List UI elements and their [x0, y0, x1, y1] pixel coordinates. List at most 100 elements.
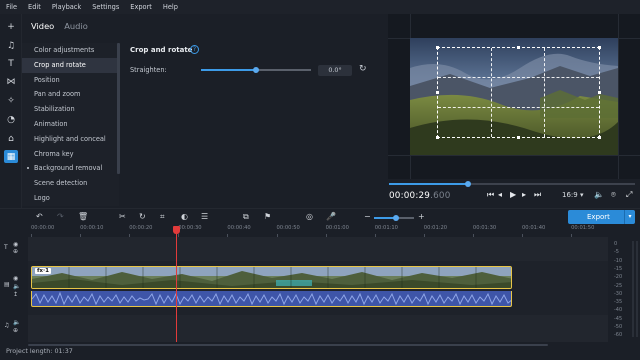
music-track-icon: ♫ [4, 322, 10, 329]
transitions-icon[interactable]: ⋈ [4, 75, 18, 88]
category-item[interactable]: Crop and rotate [22, 57, 119, 73]
skip-back-icon[interactable]: ⏮ [487, 190, 494, 200]
category-item[interactable]: Color adjustments [22, 43, 119, 58]
record-voice-icon[interactable]: ◎ [306, 212, 313, 221]
timecode-main: 00:00:29 [389, 191, 431, 201]
chevron-down-icon[interactable]: ▾ [624, 210, 635, 224]
crop-icon[interactable]: ⌗ [160, 212, 165, 222]
category-item[interactable]: Stabilization [22, 102, 119, 117]
microphone-icon[interactable]: 🎤 [326, 212, 336, 221]
clip-properties-icon[interactable]: ☰ [201, 212, 208, 221]
playback-progress[interactable] [389, 181, 635, 187]
category-item[interactable]: Chroma key [22, 147, 119, 162]
menu-help[interactable]: Help [163, 3, 178, 11]
titles-icon[interactable]: T [4, 57, 18, 70]
frame-forward-icon[interactable]: ▸ [522, 190, 526, 199]
crop-grid-line [544, 48, 546, 137]
crop-handle[interactable] [598, 90, 601, 94]
category-item[interactable]: Pan and zoom [22, 87, 119, 102]
zoom-in-icon[interactable]: + [418, 212, 425, 221]
export-button[interactable]: Export ▾ [568, 210, 635, 224]
music-track[interactable] [28, 315, 608, 342]
aspect-ratio-select[interactable]: 16:9 ▾ [562, 191, 583, 199]
crop-handle[interactable] [516, 46, 520, 49]
lock-icon[interactable]: ↥ [13, 291, 18, 298]
category-item[interactable]: Logo [22, 191, 119, 206]
menu-export[interactable]: Export [130, 3, 152, 11]
menu-file[interactable]: File [6, 3, 17, 11]
straighten-slider[interactable] [201, 67, 311, 73]
crop-handle[interactable] [598, 136, 601, 139]
video-clip[interactable]: fx·1 [31, 266, 512, 289]
category-item[interactable]: Scene detection [22, 176, 119, 191]
category-label: Pan and zoom [34, 90, 81, 99]
category-label: Scene detection [34, 179, 88, 188]
video-preview[interactable] [388, 14, 640, 179]
undo-icon[interactable]: ↶ [36, 212, 43, 221]
fx-badge[interactable]: fx·1 [35, 268, 52, 274]
frame-back-icon[interactable]: ◂ [498, 190, 502, 199]
zoom-out-icon[interactable]: − [364, 212, 371, 221]
visibility-icon[interactable]: ◉ [13, 275, 18, 282]
menu-playback[interactable]: Playback [52, 3, 81, 11]
crop-grid-line [438, 106, 599, 108]
category-scrollbar[interactable] [117, 43, 120, 174]
tab-video[interactable]: Video [31, 21, 54, 31]
rotate-reset-icon[interactable]: ↻ [359, 64, 367, 74]
crop-handle[interactable] [516, 136, 520, 139]
lock-icon[interactable]: ⊕ [13, 327, 18, 334]
fullscreen-icon[interactable]: ⤢ [626, 190, 632, 200]
audio-waveform[interactable] [31, 291, 512, 307]
category-item[interactable]: Highlight and conceal [22, 132, 119, 147]
more-tools-icon[interactable]: ▦ [4, 150, 18, 163]
category-label: Highlight and conceal [34, 134, 106, 143]
playback-progress-knob[interactable] [464, 181, 471, 187]
mute-icon[interactable]: 🔈 [13, 283, 20, 290]
timeline-ruler[interactable]: 00:00:00 00:00:10 00:00:20 00:00:30 00:00:40… [28, 225, 608, 237]
split-icon[interactable]: ✂ [119, 212, 126, 221]
playhead-handle[interactable] [173, 226, 180, 234]
timeline-horizontal-scrollbar[interactable] [28, 344, 548, 346]
straighten-value-field[interactable]: 0.0° [318, 65, 352, 76]
rotate-icon[interactable]: ↻ [139, 212, 146, 221]
play-icon[interactable]: ▶ [510, 190, 516, 199]
lock-icon[interactable]: ⊕ [13, 248, 18, 255]
ruler-tick-label: 00:01:20 [423, 225, 448, 237]
category-item[interactable]: Background removal [22, 161, 119, 176]
overlay-icon[interactable]: ⧉ [243, 212, 249, 222]
crop-handle[interactable] [436, 90, 439, 94]
straighten-slider-knob[interactable] [253, 67, 259, 73]
timeline-zoom-knob[interactable] [393, 215, 399, 221]
category-label: Logo [34, 193, 50, 202]
redo-icon[interactable]: ↷ [57, 212, 64, 221]
text-track[interactable] [28, 237, 608, 261]
crop-handle[interactable] [598, 46, 601, 49]
category-item[interactable]: Animation [22, 117, 119, 132]
playhead[interactable] [176, 227, 177, 342]
crop-frame[interactable] [436, 46, 601, 139]
menu-settings[interactable]: Settings [92, 3, 119, 11]
marker-icon[interactable]: ⚑ [264, 212, 271, 221]
crop-handle[interactable] [436, 136, 439, 139]
timeline-tracks[interactable]: fx·1 [28, 237, 608, 342]
tab-audio[interactable]: Audio [64, 21, 88, 31]
visibility-icon[interactable]: ◉ [13, 241, 18, 248]
timeline-zoom-slider[interactable] [374, 215, 414, 221]
mute-icon[interactable]: 🔈 [13, 319, 20, 326]
menu-edit[interactable]: Edit [28, 3, 41, 11]
meter-scale-label: -35 [614, 299, 623, 306]
help-icon[interactable]: ? [190, 45, 199, 54]
magic-wand-icon[interactable]: ✧ [4, 94, 18, 107]
volume-icon[interactable]: 🔈 [594, 190, 604, 199]
ruler-tick-label: 00:00:30 [178, 225, 202, 237]
stickers-icon[interactable]: ⌂ [4, 132, 18, 145]
skip-forward-icon[interactable]: ⏭ [534, 190, 541, 200]
music-icon[interactable]: ♫ [4, 39, 18, 52]
filters-icon[interactable]: ◔ [4, 113, 18, 126]
add-media-icon[interactable]: + [4, 20, 18, 33]
crop-handle[interactable] [436, 46, 439, 49]
category-item[interactable]: Position [22, 73, 119, 88]
color-icon[interactable]: ◐ [181, 212, 188, 221]
delete-icon[interactable]: 🗑 [78, 212, 88, 221]
snapshot-icon[interactable]: ⌾ [611, 190, 616, 200]
